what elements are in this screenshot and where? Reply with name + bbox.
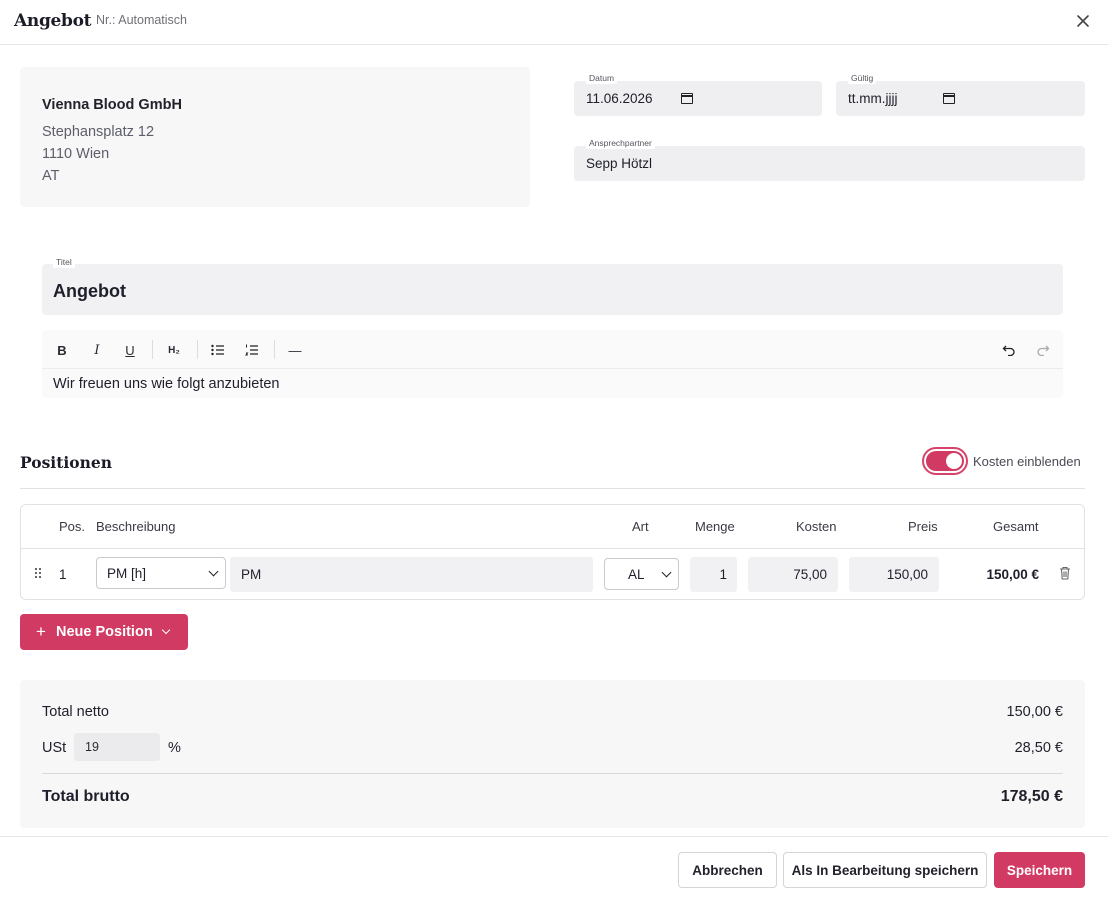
drag-handle-icon[interactable] xyxy=(34,566,42,582)
type-select[interactable]: PM [h] xyxy=(96,557,226,589)
customer-street: Stephansplatz 12 xyxy=(42,124,155,140)
art-select[interactable]: AL xyxy=(604,558,679,590)
toolbar-separator xyxy=(152,340,153,359)
positions-table: Pos. Beschreibung Art Menge Kosten Preis… xyxy=(20,504,1085,600)
col-beschreibung: Beschreibung xyxy=(96,519,176,534)
netto-label: Total netto xyxy=(42,704,109,720)
close-icon[interactable] xyxy=(1072,10,1094,32)
editor-content[interactable]: Wir freuen uns wie folgt anzubieten xyxy=(53,376,280,392)
save-button[interactable]: Speichern xyxy=(994,852,1085,888)
datum-field[interactable]: Datum 11.06.2026 xyxy=(574,72,822,116)
text-editor[interactable]: B I U H₂ — Wir freuen uns wie folgt anzu… xyxy=(42,330,1063,398)
chevron-down-icon xyxy=(208,566,219,577)
description-value: PM xyxy=(241,567,262,582)
ust-rate-input[interactable]: 19 xyxy=(74,733,160,761)
col-menge: Menge xyxy=(695,519,735,534)
brutto-label: Total brutto xyxy=(42,788,130,805)
modal-header: Angebot Nr.: Automatisch xyxy=(0,0,1108,45)
toolbar-separator xyxy=(197,340,198,359)
divider xyxy=(20,488,1085,489)
col-art: Art xyxy=(632,519,649,534)
customer-city: 1110 Wien xyxy=(42,146,110,162)
calendar-icon[interactable] xyxy=(681,93,693,104)
totals-panel: Total netto 150,00 € USt 19 % 28,50 € To… xyxy=(20,680,1085,828)
new-position-button[interactable]: + Neue Position xyxy=(20,614,188,650)
ordered-list-icon[interactable] xyxy=(244,340,260,360)
preis-input[interactable]: 150,00 xyxy=(849,557,939,592)
trash-icon[interactable] xyxy=(1059,566,1071,583)
offer-number: Nr.: Automatisch xyxy=(96,13,188,27)
ust-percent: % xyxy=(168,740,181,756)
editor-toolbar: B I U H₂ — xyxy=(42,330,1063,369)
toggle-knob xyxy=(946,453,962,469)
datum-label: Datum xyxy=(586,72,618,84)
kosten-value: 75,00 xyxy=(793,567,827,582)
menge-value: 1 xyxy=(719,567,727,582)
preis-value: 150,00 xyxy=(886,567,928,582)
bullet-list-icon[interactable] xyxy=(210,340,226,360)
kosten-toggle-label: Kosten einblenden xyxy=(973,454,1081,469)
ansprechpartner-value: Sepp Hötzl xyxy=(586,156,653,171)
toolbar-separator xyxy=(274,340,275,359)
gueltig-label: Gültig xyxy=(848,72,877,84)
row-pos: 1 xyxy=(59,567,67,582)
positionen-title: Positionen xyxy=(20,453,112,472)
col-gesamt: Gesamt xyxy=(993,519,1039,534)
row-gesamt: 150,00 € xyxy=(986,567,1039,582)
kosten-input[interactable]: 75,00 xyxy=(748,557,838,592)
underline-icon[interactable]: U xyxy=(123,340,137,360)
datum-value: 11.06.2026 xyxy=(586,91,653,106)
cancel-button[interactable]: Abbrechen xyxy=(678,852,777,888)
netto-value: 150,00 € xyxy=(1006,704,1063,720)
table-row: 1 PM [h] PM AL 1 75,00 150,00 150,00 € xyxy=(21,550,1084,599)
ansprechpartner-label: Ansprechpartner xyxy=(586,137,655,149)
modal-title: Angebot xyxy=(14,11,92,31)
titel-label: Titel xyxy=(53,256,75,268)
redo-icon[interactable] xyxy=(1034,340,1052,360)
bold-icon[interactable]: B xyxy=(55,340,69,360)
italic-icon[interactable]: I xyxy=(90,340,104,360)
art-select-value: AL xyxy=(628,566,645,582)
ust-label: USt xyxy=(42,740,67,756)
new-position-label: Neue Position xyxy=(56,624,153,640)
plus-icon: + xyxy=(36,622,46,641)
undo-icon[interactable] xyxy=(1000,340,1018,360)
kosten-toggle[interactable] xyxy=(922,447,968,475)
type-select-value: PM [h] xyxy=(107,565,147,581)
save-draft-button[interactable]: Als In Bearbeitung speichern xyxy=(783,852,987,888)
col-pos: Pos. xyxy=(59,519,86,534)
chevron-down-icon xyxy=(661,567,672,578)
customer-country: AT xyxy=(42,168,60,184)
divider xyxy=(42,773,1063,774)
horizontal-rule-icon[interactable]: — xyxy=(288,340,302,360)
modal-footer: Abbrechen Als In Bearbeitung speichern S… xyxy=(0,836,1108,898)
calendar-icon[interactable] xyxy=(943,93,955,104)
chevron-down-icon xyxy=(161,625,171,635)
gueltig-value: tt.mm.jjjj xyxy=(848,91,898,106)
titel-field[interactable]: Titel Angebot xyxy=(42,256,1063,315)
description-input[interactable]: PM xyxy=(230,557,593,592)
toggle-track xyxy=(926,451,964,471)
ust-value: 28,50 € xyxy=(1014,740,1063,756)
menge-input[interactable]: 1 xyxy=(690,557,737,592)
col-preis: Preis xyxy=(908,519,938,534)
ansprechpartner-field[interactable]: Ansprechpartner Sepp Hötzl xyxy=(574,137,1085,181)
gueltig-field[interactable]: Gültig tt.mm.jjjj xyxy=(836,72,1085,116)
heading-icon[interactable]: H₂ xyxy=(166,340,182,360)
titel-value: Angebot xyxy=(53,281,126,301)
brutto-value: 178,50 € xyxy=(1000,788,1063,805)
table-header: Pos. Beschreibung Art Menge Kosten Preis… xyxy=(21,505,1084,549)
customer-company: Vienna Blood GmbH xyxy=(42,97,182,113)
customer-address-card[interactable]: Vienna Blood GmbH Stephansplatz 12 1110 … xyxy=(20,67,530,207)
col-kosten: Kosten xyxy=(796,519,837,534)
